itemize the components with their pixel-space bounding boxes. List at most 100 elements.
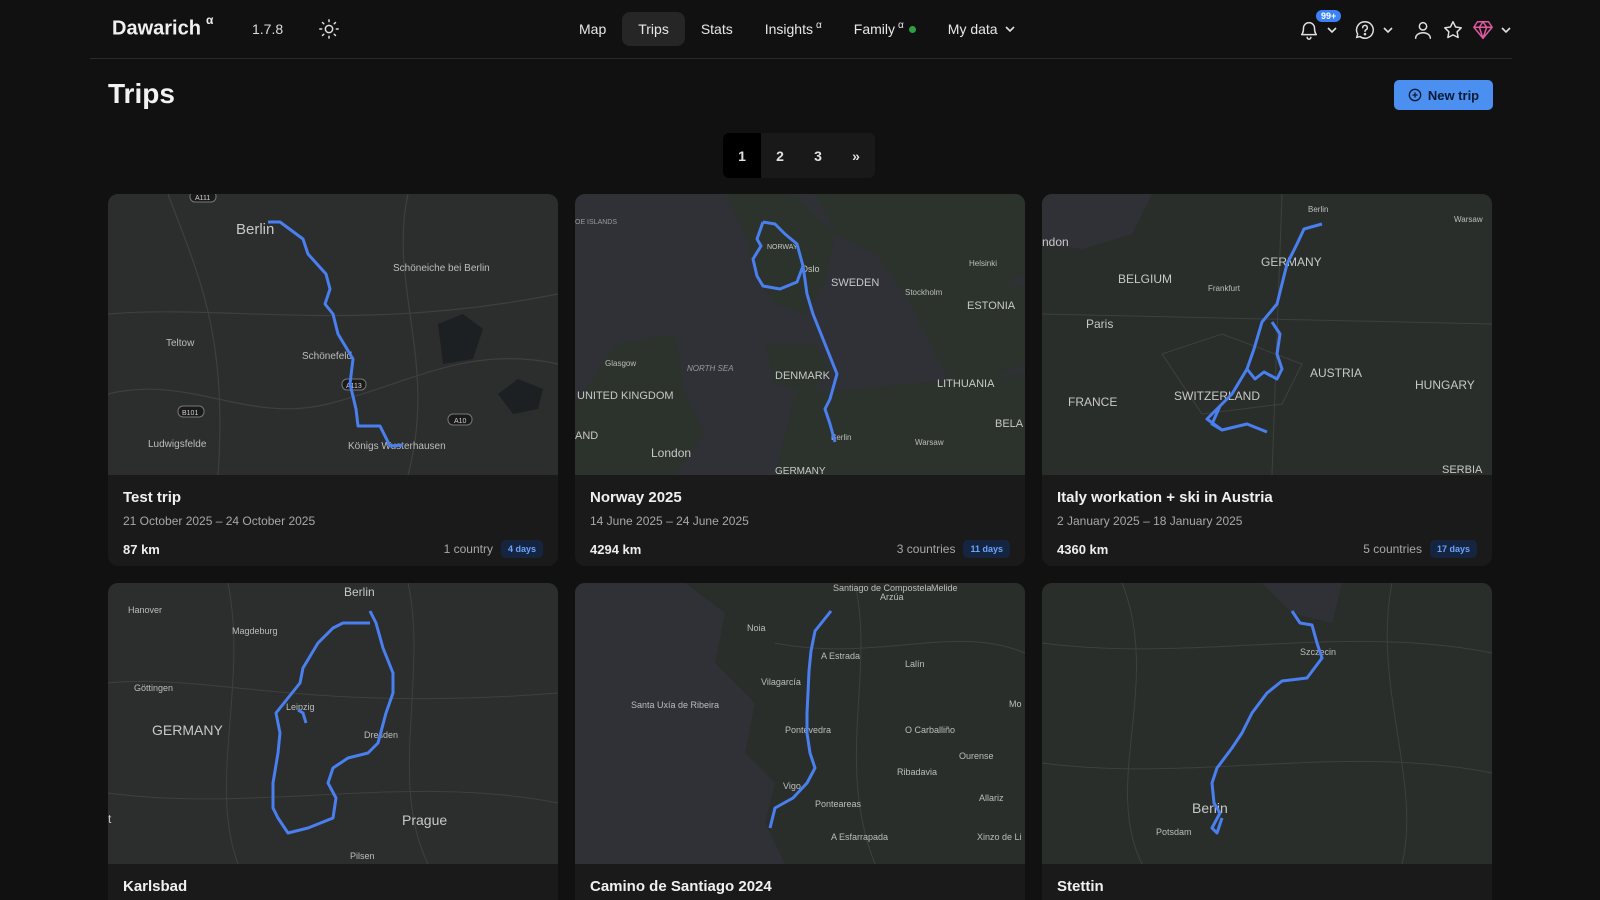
- main-nav: Map Trips Stats Insights α Family α My dat…: [563, 12, 1032, 46]
- new-trip-button[interactable]: New trip: [1394, 80, 1493, 110]
- map-label: A Esfarrapada: [831, 832, 888, 842]
- map-label: O Carballiño: [905, 725, 955, 735]
- chevron-down-icon: [1383, 27, 1393, 34]
- map-label: SWITZERLAND: [1174, 389, 1260, 403]
- trip-card[interactable]: Berlin Hanover Magdeburg Göttingen GERMA…: [108, 583, 558, 900]
- map-label: Allariz: [979, 793, 1004, 803]
- page-title: Trips: [108, 78, 175, 109]
- nav-insights-alpha: α: [815, 19, 822, 31]
- nav-family-alpha: α: [898, 19, 904, 31]
- map-label: HUNGARY: [1415, 378, 1475, 392]
- map-label: LITHUANIA: [937, 378, 995, 390]
- nav-family[interactable]: Family α: [838, 12, 932, 46]
- map-label: AUSTRIA: [1310, 366, 1362, 380]
- trip-days-badge: 17 days: [1429, 540, 1477, 558]
- map-label: Mo: [1009, 699, 1022, 709]
- nav-trips-label: Trips: [638, 21, 669, 37]
- map-label: Santa Uxía de Ribeira: [631, 700, 719, 710]
- nav-stats[interactable]: Stats: [685, 12, 749, 46]
- page-3-button[interactable]: 3: [799, 133, 837, 178]
- new-trip-label: New trip: [1427, 87, 1480, 103]
- trip-name: Stettin: [1057, 878, 1104, 895]
- map-label: Berlin: [1192, 800, 1228, 816]
- brand-logo[interactable]: Dawarich α: [112, 13, 213, 41]
- chevron-down-icon: [1327, 27, 1337, 34]
- map-label: Stockholm: [905, 288, 943, 297]
- trip-countries: 5 countries: [1363, 542, 1422, 556]
- nav-map[interactable]: Map: [563, 12, 622, 46]
- map-label: BELGIUM: [1118, 272, 1172, 286]
- map-label: Ourense: [959, 751, 994, 761]
- map-label: Göttingen: [134, 683, 173, 693]
- map-label: ESTONIA: [967, 300, 1016, 312]
- plus-circle-icon: [1408, 88, 1422, 102]
- trip-map: OE ISLANDS NORWAY Oslo SWEDEN Helsinki S…: [575, 194, 1025, 475]
- next-page-button[interactable]: »: [837, 133, 875, 178]
- help-button[interactable]: [1354, 19, 1394, 41]
- trip-card[interactable]: OE ISLANDS NORWAY Oslo SWEDEN Helsinki S…: [575, 194, 1025, 566]
- trip-card[interactable]: Berlin Warsaw ndon GERMANY BELGIUM Frank…: [1042, 194, 1492, 566]
- map-label: Helsinki: [969, 259, 997, 268]
- trip-name: Test trip: [123, 489, 182, 506]
- map-label: Glasgow: [605, 359, 636, 368]
- trip-dates: 2 January 2025 – 18 January 2025: [1057, 514, 1243, 528]
- map-label: Noia: [747, 623, 766, 633]
- favorites-button[interactable]: [1442, 19, 1464, 41]
- map-label: Berlin: [236, 221, 274, 238]
- map-label: DENMARK: [775, 370, 831, 382]
- trip-name: Italy workation + ski in Austria: [1057, 489, 1273, 506]
- page-1-button[interactable]: 1: [723, 133, 761, 178]
- map-label: SERBIA: [1442, 464, 1483, 475]
- user-icon: [1414, 21, 1432, 39]
- map-label: Frankfurt: [1208, 284, 1241, 293]
- online-status-dot: [908, 25, 916, 33]
- theme-toggle-button[interactable]: [318, 18, 340, 40]
- supporter-button[interactable]: [1472, 19, 1512, 41]
- map-label: Melide: [931, 583, 958, 593]
- trip-countries: 3 countries: [896, 542, 956, 556]
- map-label: Ponteareas: [815, 799, 862, 809]
- map-label: Warsaw: [1454, 215, 1483, 224]
- map-label: Paris: [1086, 317, 1113, 331]
- nav-trips[interactable]: Trips: [622, 12, 685, 46]
- trip-distance: 4360 km: [1057, 541, 1109, 557]
- map-label: A Estrada: [821, 651, 860, 661]
- nav-insights-label: Insights: [764, 21, 813, 37]
- trip-days-badge: 11 days: [963, 540, 1010, 558]
- map-label: Vigo: [783, 781, 801, 791]
- nav-insights[interactable]: Insights α: [749, 12, 838, 46]
- map-label: FRANCE: [1068, 395, 1117, 409]
- trip-map: Santiago de Compostela Arzúa Melide Noia…: [575, 583, 1025, 864]
- top-navbar: Dawarich α 1.7.8 Map Trips Stats Insights…: [90, 0, 1512, 59]
- map-label: GERMANY: [775, 466, 826, 475]
- trip-map: Berlin Hanover Magdeburg Göttingen GERMA…: [108, 583, 558, 864]
- brand-name: Dawarich: [112, 17, 201, 40]
- header-actions: 99+: [1290, 10, 1512, 46]
- page-2-button[interactable]: 2: [761, 133, 799, 178]
- trip-distance: 4294 km: [590, 541, 642, 557]
- map-label: Teltow: [166, 338, 195, 349]
- profile-button[interactable]: [1412, 19, 1434, 41]
- map-label: Potsdam: [1156, 827, 1192, 837]
- trip-card[interactable]: Santiago de Compostela Arzúa Melide Noia…: [575, 583, 1025, 900]
- map-label: Pilsen: [350, 851, 375, 861]
- bell-icon: [1300, 22, 1318, 40]
- map-label: UNITED KINGDOM: [577, 390, 674, 402]
- trip-card[interactable]: Berlin Schöneiche bei Berlin Teltow Schö…: [108, 194, 558, 566]
- chevron-down-icon: [1501, 27, 1511, 34]
- trip-name: Camino de Santiago 2024: [590, 878, 772, 895]
- notifications-badge: 99+: [1316, 10, 1342, 22]
- road-shield: A10: [454, 418, 467, 425]
- map-label: BELA: [995, 418, 1024, 430]
- map-label: Warsaw: [915, 438, 944, 447]
- trip-name: Karlsbad: [123, 878, 188, 895]
- help-circle-icon: [1355, 21, 1374, 39]
- map-label: NORTH SEA: [687, 364, 734, 373]
- notifications-button[interactable]: 99+: [1298, 10, 1342, 41]
- trip-name: Norway 2025: [590, 489, 682, 506]
- nav-my-data[interactable]: My data: [932, 12, 1032, 46]
- map-label: London: [651, 446, 691, 460]
- trip-countries: 1 country: [443, 542, 493, 556]
- pagination: 1 2 3 »: [723, 133, 875, 178]
- trip-card[interactable]: Szczecin Berlin Potsdam Stettin: [1042, 583, 1492, 900]
